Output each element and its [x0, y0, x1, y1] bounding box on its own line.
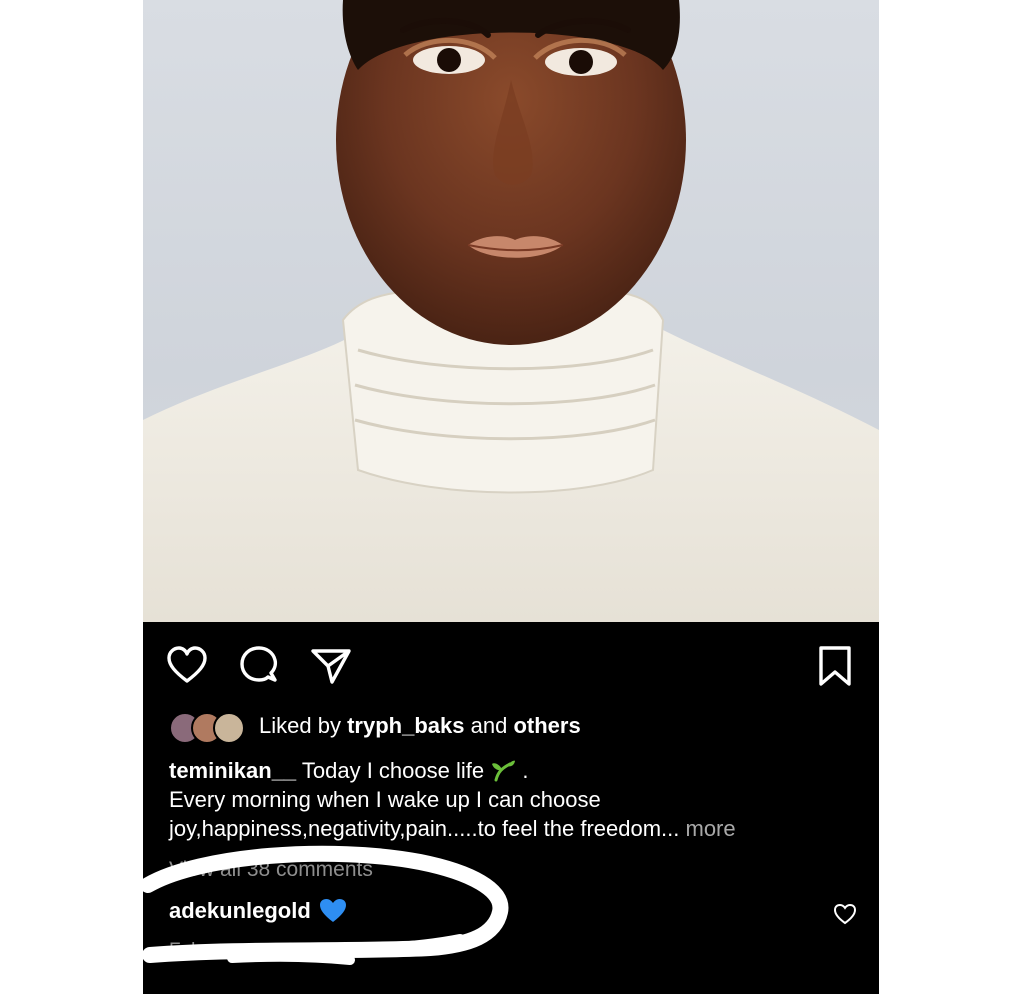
action-bar — [165, 644, 857, 688]
portrait-image — [143, 0, 879, 622]
post-caption: teminikan__ Today I choose life . Every … — [169, 756, 859, 843]
liked-by-user[interactable]: tryph_baks — [347, 713, 464, 738]
liked-by-others[interactable]: others — [513, 713, 580, 738]
more-link[interactable]: more — [686, 816, 736, 841]
post-photo — [143, 0, 879, 622]
small-heart-icon[interactable] — [833, 902, 857, 926]
seedling-emoji — [492, 760, 516, 782]
heart-outline-icon[interactable] — [165, 644, 209, 688]
liked-by-text: Liked by tryph_baks and others — [259, 713, 581, 738]
bookmark-icon[interactable] — [813, 644, 857, 688]
liker-avatars[interactable] — [169, 710, 249, 744]
comment-username[interactable]: adekunlegold — [169, 898, 311, 924]
caption-username[interactable]: teminikan__ — [169, 758, 296, 783]
avatar — [213, 712, 245, 744]
post-footer: Liked by tryph_baks and others teminikan… — [143, 622, 879, 994]
caption-line-1: Today I choose life — [301, 758, 485, 783]
view-all-comments-link[interactable]: View all 38 comments — [169, 858, 373, 882]
paper-plane-icon[interactable] — [309, 644, 353, 688]
likes-row: Liked by tryph_baks and others — [169, 710, 581, 744]
comment-row: adekunlegold — [169, 898, 347, 924]
caption-line-2: Every morning when I wake up I can choos… — [169, 787, 601, 812]
instagram-post: Liked by tryph_baks and others teminikan… — [140, 0, 879, 994]
caption-line-3: joy,happiness,negativity,pain.....to fee… — [169, 816, 680, 841]
comment-bubble-icon[interactable] — [237, 644, 281, 688]
post-date: February — [169, 940, 246, 961]
blue-heart-emoji — [319, 899, 346, 922]
